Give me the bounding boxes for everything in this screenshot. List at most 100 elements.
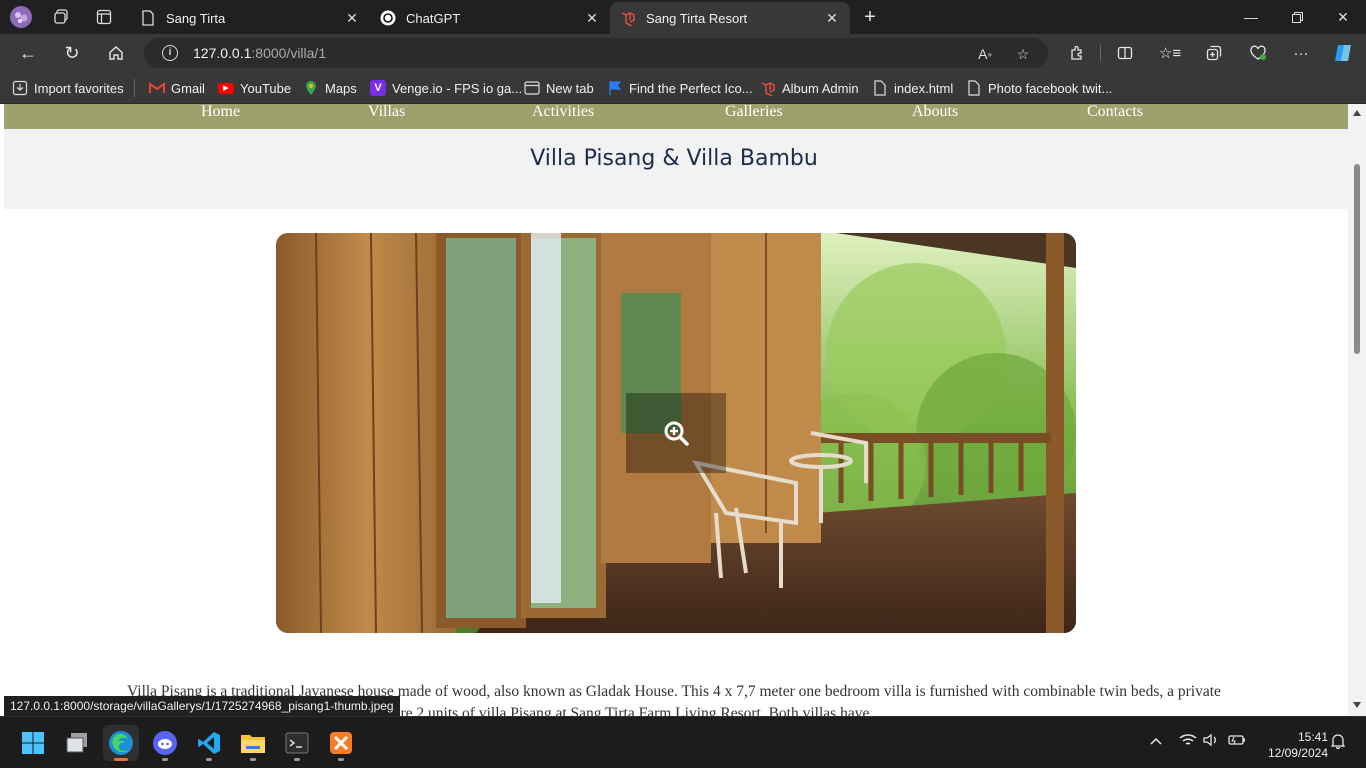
wifi-icon[interactable]	[1179, 733, 1197, 750]
workspaces-icon[interactable]	[50, 5, 74, 29]
youtube-icon: ▶	[218, 82, 234, 94]
bookmark-youtube[interactable]: ▶ YouTube	[218, 79, 291, 97]
zoom-in-icon[interactable]	[662, 419, 690, 447]
favorite-star-icon[interactable]: ☆	[1012, 43, 1034, 65]
page-title: Villa Pisang & Villa Bambu	[530, 146, 818, 171]
site-info-icon[interactable]: i	[162, 45, 178, 61]
bookmark-label: New tab	[546, 80, 594, 96]
start-windows-icon[interactable]	[15, 725, 51, 761]
running-indicator	[294, 758, 300, 761]
bookmark-index-html[interactable]: index.html	[872, 79, 953, 97]
nav-home[interactable]: Home	[201, 104, 240, 120]
bookmark-album-admin[interactable]: Album Admin	[760, 79, 859, 97]
bookmark-label: YouTube	[240, 80, 292, 96]
favorites-bar: Import favorites Gmail ▶ YouTube Maps V …	[0, 72, 1366, 104]
tab-label: Sang Tirta Resort	[646, 10, 748, 26]
volume-icon[interactable]	[1203, 733, 1219, 750]
notifications-bell-icon[interactable]	[1330, 733, 1346, 752]
tab-sang-tirta-resort[interactable]: Sang Tirta Resort ✕	[610, 2, 850, 34]
minimize-icon[interactable]: —	[1228, 0, 1274, 34]
tab-actions-icon[interactable]	[92, 5, 116, 29]
collections-icon[interactable]	[1200, 39, 1228, 67]
new-tab-plus-icon[interactable]: +	[858, 5, 882, 29]
bookmark-find-icon[interactable]: Find the Perfect Ico...	[607, 79, 753, 97]
bookmark-import-favorites[interactable]: Import favorites	[12, 79, 124, 97]
bookmark-label: index.html	[894, 80, 954, 96]
bookmark-label: Find the Perfect Ico...	[629, 80, 753, 96]
bookmark-maps[interactable]: Maps	[303, 79, 357, 97]
laravel-icon	[620, 10, 636, 26]
windows-taskbar: 15:41 12/09/2024	[0, 716, 1366, 768]
gmail-icon	[149, 80, 165, 96]
extensions-icon[interactable]	[1063, 39, 1091, 67]
show-hidden-icons-chevron-icon[interactable]	[1149, 733, 1163, 749]
running-indicator	[206, 758, 212, 761]
link-status-tooltip: 127.0.0.1:8000/storage/villaGallerys/1/1…	[4, 696, 400, 716]
close-icon[interactable]: ✕	[824, 10, 840, 27]
bookmark-label: Venge.io - FPS io ga...	[392, 80, 523, 96]
refresh-icon[interactable]: ↻	[57, 38, 87, 68]
nav-villas[interactable]: Villas	[368, 104, 405, 120]
copilot-icon[interactable]	[1329, 39, 1357, 67]
clock-time: 15:41	[1297, 730, 1328, 744]
file-explorer-icon[interactable]	[235, 725, 271, 761]
tab-sang-tirta[interactable]: Sang Tirta ✕	[130, 2, 370, 34]
url-path: :8000/villa/1	[251, 45, 327, 61]
nav-abouts[interactable]: Abouts	[912, 104, 958, 120]
bookmark-label: Import favorites	[34, 80, 124, 96]
xampp-icon[interactable]	[323, 725, 359, 761]
venge-icon: V	[370, 80, 386, 96]
scroll-up-arrow-icon[interactable]	[1353, 110, 1361, 116]
nav-galleries[interactable]: Galleries	[725, 104, 783, 120]
vscode-icon[interactable]	[191, 725, 227, 761]
read-aloud-icon[interactable]: A»	[974, 43, 996, 65]
scroll-down-arrow-icon[interactable]	[1353, 702, 1361, 708]
battery-icon[interactable]	[1228, 733, 1246, 749]
more-options-icon[interactable]: ···	[1287, 39, 1315, 67]
nav-activities[interactable]: Activities	[532, 104, 594, 120]
discord-icon[interactable]	[147, 725, 183, 761]
toolbar-divider	[1100, 45, 1101, 61]
nav-contacts[interactable]: Contacts	[1087, 104, 1143, 120]
close-window-icon[interactable]: ✕	[1320, 0, 1366, 34]
bookmark-label: Gmail	[171, 80, 205, 96]
address-bar[interactable]: i 127.0.0.1:8000/villa/1 A» ☆	[144, 38, 1048, 68]
clock-date: 12/09/2024	[1267, 746, 1328, 760]
home-icon[interactable]	[101, 38, 131, 68]
split-screen-icon[interactable]	[1111, 39, 1139, 67]
villa-gallery-image[interactable]	[276, 233, 1076, 633]
running-indicator	[338, 758, 344, 761]
bookmarks-divider	[134, 79, 135, 97]
page-scrollbar[interactable]	[1348, 104, 1366, 716]
tab-chatgpt[interactable]: ChatGPT ✕	[370, 2, 610, 34]
close-icon[interactable]: ✕	[584, 10, 600, 27]
task-view-icon[interactable]	[59, 725, 95, 761]
running-indicator	[250, 758, 256, 761]
browser-essentials-icon[interactable]	[1244, 39, 1272, 67]
close-icon[interactable]: ✕	[344, 10, 360, 27]
bookmark-gmail[interactable]: Gmail	[149, 79, 205, 97]
file-icon	[966, 80, 982, 96]
flag-icon	[607, 80, 623, 96]
back-arrow-icon[interactable]: ←	[13, 38, 43, 68]
bookmark-venge[interactable]: V Venge.io - FPS io ga...	[370, 79, 522, 97]
chatgpt-icon	[380, 10, 396, 26]
address-url[interactable]: 127.0.0.1:8000/villa/1	[193, 45, 326, 61]
profile-avatar-icon[interactable]	[9, 5, 33, 29]
page-viewport[interactable]: Home Villas Activities Galleries Abouts …	[0, 104, 1348, 716]
scrollbar-thumb[interactable]	[1354, 164, 1360, 354]
bookmark-photo-facebook[interactable]: Photo facebook twit...	[966, 79, 1112, 97]
laravel-icon	[760, 80, 776, 96]
bookmark-new-tab[interactable]: New tab	[524, 79, 594, 97]
file-icon	[872, 80, 888, 96]
running-indicator	[114, 758, 128, 761]
favorites-icon[interactable]: ☆≡	[1156, 39, 1184, 67]
tab-label: ChatGPT	[406, 10, 461, 26]
edge-browser-icon[interactable]	[103, 725, 139, 761]
terminal-icon[interactable]	[279, 725, 315, 761]
restore-icon[interactable]	[1274, 0, 1320, 34]
bookmark-label: Photo facebook twit...	[988, 80, 1113, 96]
import-icon	[12, 80, 28, 96]
browser-titlebar: Sang Tirta ✕ ChatGPT ✕ Sang Tirta Resort…	[0, 0, 1366, 34]
system-clock[interactable]: 15:41 12/09/2024	[1258, 729, 1328, 761]
